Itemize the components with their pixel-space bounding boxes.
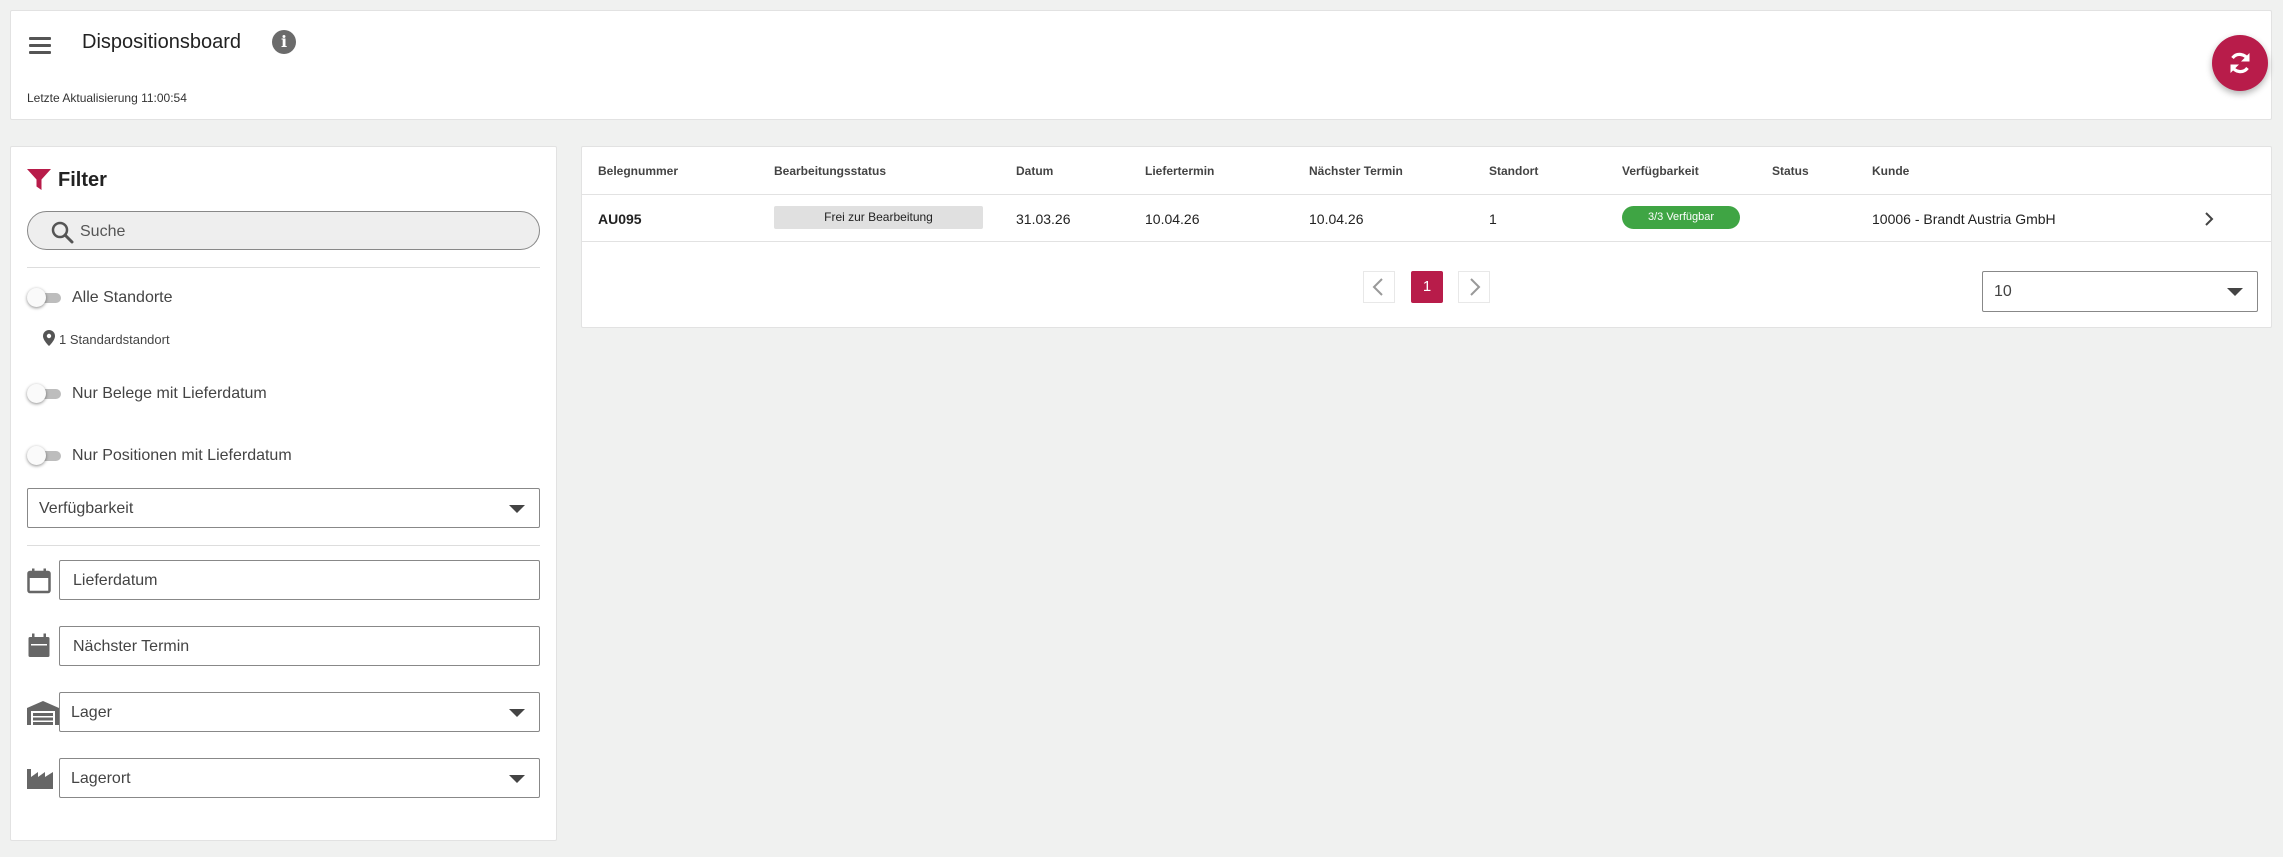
cell-datum: 31.03.26 [1016, 211, 1071, 227]
divider [27, 545, 540, 546]
standort-info-text: 1 Standardstandort [59, 332, 170, 347]
cell-belegnummer: AU095 [598, 211, 642, 227]
toggle-nur-belege-label: Nur Belege mit Lieferdatum [72, 385, 267, 402]
cell-standort: 1 [1489, 211, 1497, 227]
filter-funnel-icon [27, 169, 51, 190]
column-header-standort[interactable]: Standort [1489, 164, 1538, 178]
toggle-alle-standorte[interactable] [27, 288, 61, 307]
standort-info: 1 Standardstandort [43, 330, 170, 347]
bearbeitungsstatus-chip: Frei zur Bearbeitung [774, 206, 983, 229]
column-header-liefertermin[interactable]: Liefertermin [1145, 164, 1214, 178]
calendar-event-icon [28, 633, 50, 657]
chevron-left-icon [1372, 278, 1383, 296]
lagerort-select-value: Lagerort [71, 770, 131, 787]
chevron-down-icon [509, 505, 525, 513]
divider [27, 267, 540, 268]
column-header-naechster-termin[interactable]: Nächster Termin [1309, 164, 1403, 178]
filter-panel: Filter Alle Standorte 1 Standardstandort… [10, 146, 557, 841]
cell-liefertermin: 10.04.26 [1145, 211, 1200, 227]
column-header-verfuegbarkeit[interactable]: Verfügbarkeit [1622, 164, 1699, 178]
header-bar: Dispositionsboard i Letzte Aktualisierun… [10, 10, 2272, 120]
column-header-kunde[interactable]: Kunde [1872, 164, 1909, 178]
last-update-text: Letzte Aktualisierung 11:00:54 [27, 91, 187, 105]
availability-select-value: Verfügbarkeit [39, 500, 134, 517]
lieferdatum-field[interactable] [59, 560, 540, 601]
refresh-icon [2230, 52, 2250, 74]
lieferdatum-input[interactable] [71, 561, 515, 601]
search-input[interactable] [78, 212, 522, 251]
info-icon[interactable]: i [272, 30, 296, 54]
column-header-belegnummer[interactable]: Belegnummer [598, 164, 678, 178]
refresh-button[interactable] [2212, 35, 2268, 91]
lager-select-value: Lager [71, 704, 112, 721]
page-title: Dispositionsboard [82, 31, 241, 53]
search-box[interactable] [27, 211, 540, 251]
lagerort-select[interactable]: Lagerort [59, 758, 540, 798]
cell-naechster-termin: 10.04.26 [1309, 211, 1364, 227]
warehouse-icon [27, 701, 59, 725]
factory-icon [27, 769, 53, 789]
location-pin-icon [43, 330, 55, 346]
toggle-nur-belege-mit-lieferdatum[interactable] [27, 384, 61, 403]
chevron-down-icon [509, 775, 525, 783]
toggle-nur-positionen-mit-lieferdatum[interactable] [27, 446, 61, 465]
naechster-termin-input[interactable] [71, 627, 515, 667]
column-header-bearbeitungsstatus[interactable]: Bearbeitungsstatus [774, 164, 886, 178]
chevron-down-icon [509, 709, 525, 717]
hamburger-menu-icon[interactable] [27, 33, 55, 61]
column-header-status[interactable]: Status [1772, 164, 1809, 178]
table-row[interactable]: AU095 Frei zur Bearbeitung 31.03.26 10.0… [582, 194, 2271, 242]
availability-select[interactable]: Verfügbarkeit [27, 488, 540, 528]
column-header-datum[interactable]: Datum [1016, 164, 1053, 178]
calendar-icon [27, 568, 51, 594]
naechster-termin-field[interactable] [59, 626, 540, 667]
toggle-nur-positionen-label: Nur Positionen mit Lieferdatum [72, 447, 292, 464]
search-icon [51, 221, 74, 244]
pagination-prev-button[interactable] [1363, 271, 1395, 303]
pagination-next-button[interactable] [1458, 271, 1490, 303]
page-size-select[interactable]: 10 [1982, 271, 2258, 312]
pagination-page-button[interactable]: 1 [1411, 271, 1443, 303]
chevron-down-icon [2227, 288, 2243, 296]
page-size-value: 10 [1994, 283, 2012, 300]
results-table-panel: Belegnummer Bearbeitungsstatus Datum Lie… [581, 146, 2272, 328]
toggle-alle-standorte-label: Alle Standorte [72, 289, 173, 306]
verfuegbarkeit-badge: 3/3 Verfügbar [1622, 206, 1740, 229]
filter-title: Filter [58, 169, 107, 191]
chevron-right-icon[interactable] [2204, 211, 2214, 227]
lager-select[interactable]: Lager [59, 692, 540, 732]
chevron-right-icon [1470, 278, 1481, 296]
cell-kunde: 10006 - Brandt Austria GmbH [1872, 211, 2056, 227]
